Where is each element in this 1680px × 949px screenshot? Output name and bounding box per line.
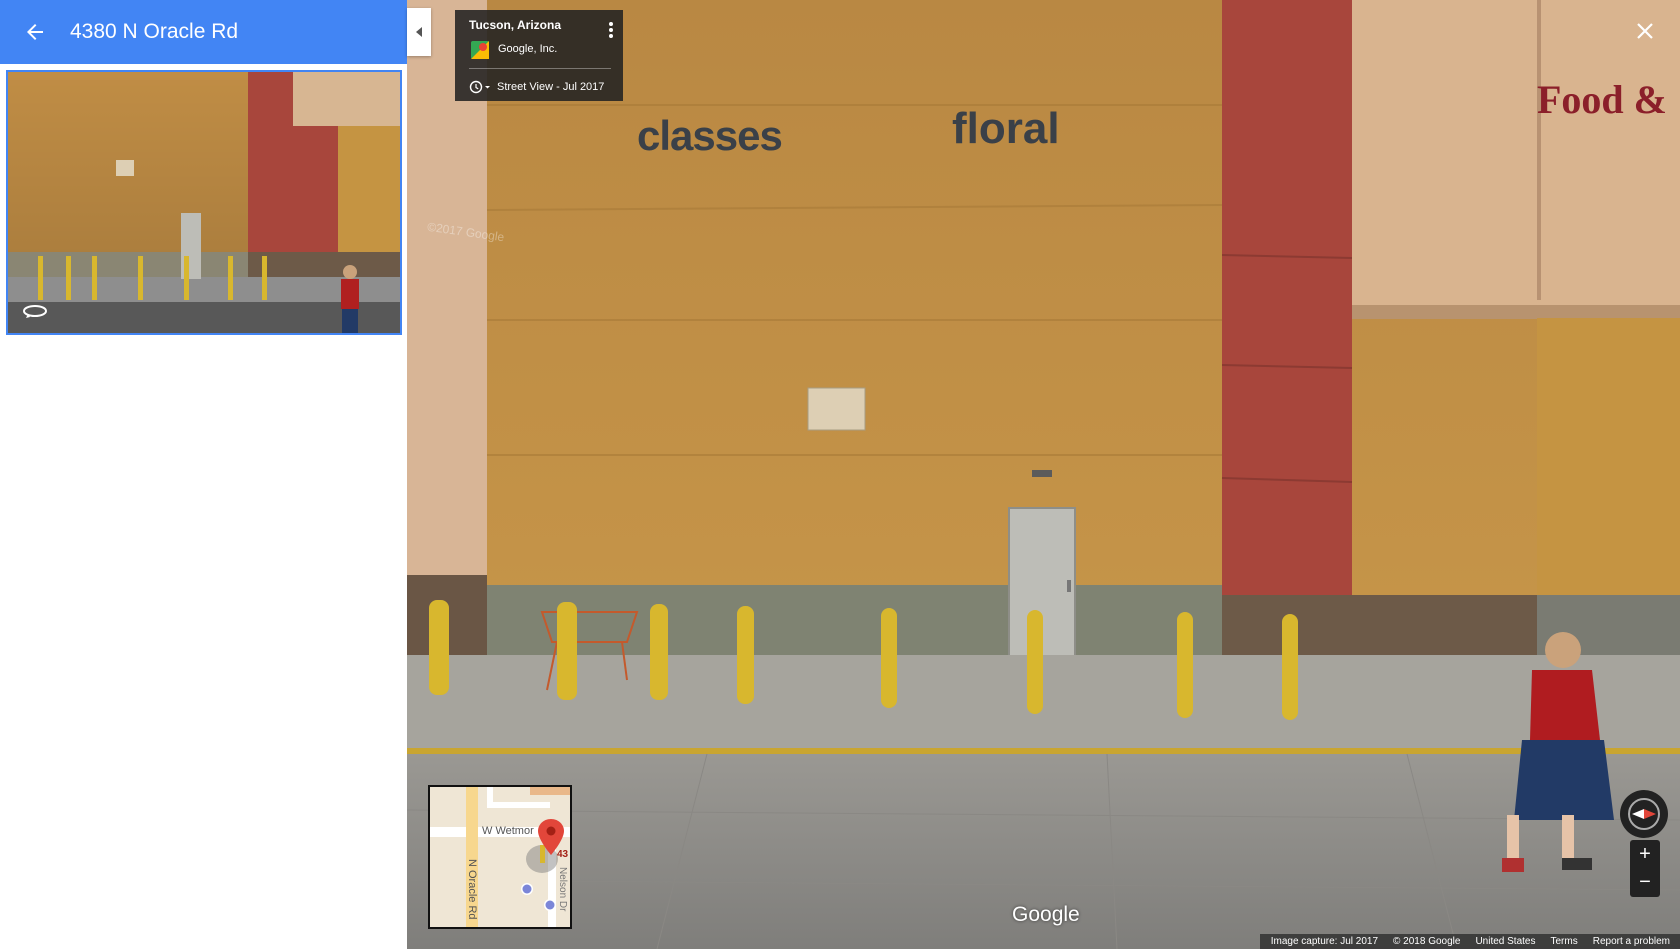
google-logo: Google bbox=[1012, 903, 1080, 926]
more-options-icon[interactable] bbox=[609, 22, 613, 43]
photo-thumbnail[interactable] bbox=[6, 70, 402, 335]
minimap-graphic bbox=[430, 787, 570, 927]
collapse-panel-button[interactable] bbox=[407, 8, 431, 56]
footer-bar: Image capture: Jul 2017 © 2018 Google Un… bbox=[1260, 934, 1680, 949]
street-label-horizontal: W Wetmor bbox=[482, 825, 534, 837]
street-view-panorama[interactable]: classes floral Food & ©2017 Google bbox=[407, 0, 1680, 949]
back-button[interactable] bbox=[0, 0, 70, 64]
back-arrow-icon bbox=[27, 24, 43, 40]
zoom-out-button[interactable]: − bbox=[1630, 868, 1660, 896]
compass-icon[interactable] bbox=[1620, 790, 1668, 838]
side-panel: 4380 N Oracle Rd bbox=[0, 0, 407, 949]
sign-classes: classes bbox=[637, 112, 783, 159]
divider bbox=[469, 68, 611, 69]
street-label-right: Nelson Dr bbox=[557, 867, 568, 912]
photo-sphere-icon bbox=[22, 302, 48, 325]
panel-header: 4380 N Oracle Rd bbox=[0, 0, 407, 64]
location-title: Tucson, Arizona bbox=[469, 18, 562, 32]
close-button[interactable] bbox=[1630, 16, 1660, 46]
address-number-label: 43 bbox=[557, 849, 569, 860]
compass-dial bbox=[1628, 798, 1660, 830]
thumbnail-image bbox=[8, 72, 400, 333]
history-clock-icon bbox=[469, 80, 490, 94]
zoom-in-button[interactable]: + bbox=[1630, 840, 1660, 868]
location-info-card: Tucson, Arizona Google, Inc. Street View… bbox=[455, 10, 623, 101]
photo-owner-icon bbox=[471, 41, 489, 59]
minimap[interactable]: W Wetmor N Oracle Rd Nelson Dr 43 bbox=[428, 785, 572, 929]
sign-floral: floral bbox=[952, 104, 1060, 153]
image-capture-date: Image capture: Jul 2017 bbox=[1270, 936, 1379, 947]
time-travel-selector[interactable]: Street View - Jul 2017 bbox=[469, 80, 604, 94]
page-title: 4380 N Oracle Rd bbox=[70, 20, 239, 43]
country-link[interactable]: United States bbox=[1475, 936, 1535, 947]
close-icon bbox=[1637, 23, 1653, 39]
copyright: © 2018 Google bbox=[1393, 936, 1461, 947]
report-problem-link[interactable]: Report a problem bbox=[1593, 936, 1670, 947]
photo-owner[interactable]: Google, Inc. bbox=[498, 43, 557, 55]
chevron-left-icon bbox=[416, 27, 422, 37]
zoom-control: + − bbox=[1630, 840, 1660, 897]
imagery-date: Street View - Jul 2017 bbox=[497, 81, 605, 93]
terms-link[interactable]: Terms bbox=[1551, 936, 1578, 947]
sign-food: Food & bbox=[1537, 77, 1667, 122]
street-label-vertical: N Oracle Rd bbox=[466, 859, 478, 920]
